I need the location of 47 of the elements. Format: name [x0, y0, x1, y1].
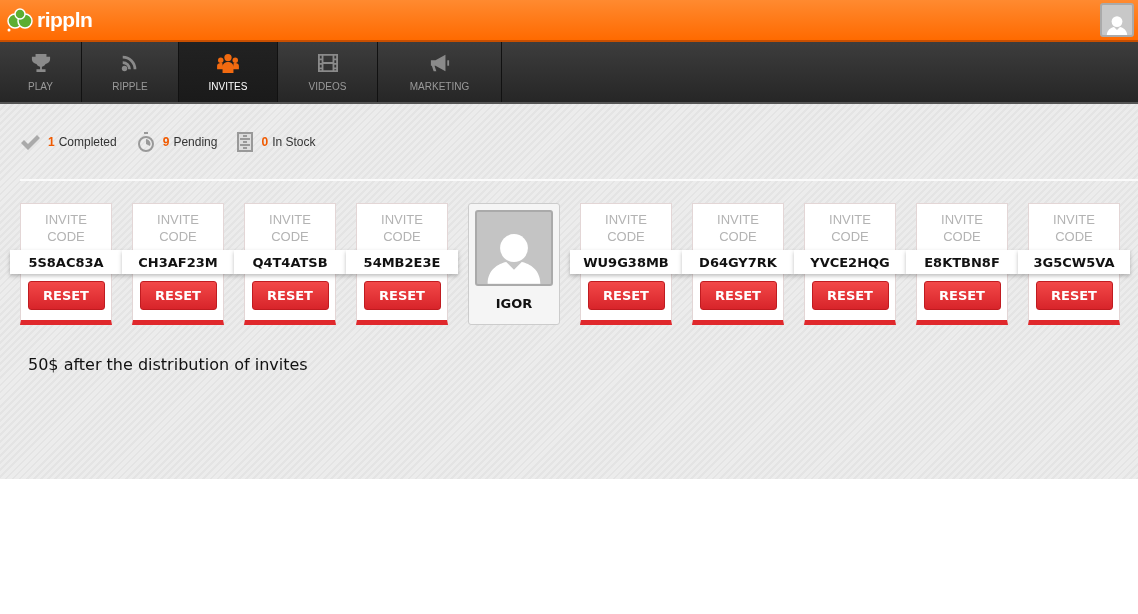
profile-name: IGOR: [495, 296, 533, 311]
invite-title: INVITE CODE: [44, 211, 88, 245]
reset-button[interactable]: RESET: [363, 281, 441, 310]
reset-button[interactable]: RESET: [811, 281, 889, 310]
reset-button[interactable]: RESET: [587, 281, 665, 310]
cabinet-icon: [237, 131, 254, 152]
invite-title: INVITE CODE: [268, 211, 312, 245]
invite-code: 5S8AC83A: [10, 250, 122, 274]
nav-tab[interactable]: VIDEOS: [278, 42, 378, 102]
invite-title: INVITE CODE: [828, 211, 872, 245]
reset-button[interactable]: RESET: [251, 281, 329, 310]
invite-title: INVITE CODE: [380, 211, 424, 245]
nav-tab[interactable]: INVITES: [179, 42, 278, 102]
logo-icon: [6, 7, 34, 33]
reset-button[interactable]: RESET: [27, 281, 105, 310]
invite-code: YVCE2HQG: [794, 250, 906, 274]
person-icon: [1105, 14, 1129, 35]
avatar-icon[interactable]: [1100, 3, 1134, 37]
reset-button[interactable]: RESET: [923, 281, 1001, 310]
nav-tab[interactable]: PLAY: [0, 42, 82, 102]
invite-code: Q4T4ATSB: [234, 250, 346, 274]
invite-code: 3G5CW5VA: [1018, 250, 1130, 274]
invite-code: 54MB2E3E: [346, 250, 458, 274]
reset-button[interactable]: RESET: [699, 281, 777, 310]
invite-title: INVITE CODE: [156, 211, 200, 245]
film-icon: [316, 52, 339, 73]
invite-title: INVITE CODE: [1052, 211, 1096, 245]
nav-tab[interactable]: MARKETING: [378, 42, 502, 102]
reset-button[interactable]: RESET: [139, 281, 217, 310]
invite-code: E8KTBN8F: [906, 250, 1018, 274]
invite-title: INVITE CODE: [716, 211, 760, 245]
stat-label: 1 Completed: [48, 134, 117, 149]
stat-label: 0 In Stock: [261, 134, 316, 149]
invite-code: WU9G38MB: [570, 250, 682, 274]
invite-title: INVITE CODE: [940, 211, 984, 245]
checkmark-icon: [20, 133, 40, 150]
people-icon: [217, 52, 239, 73]
invite-title: INVITE CODE: [604, 211, 648, 245]
stat-label: 9 Pending: [162, 134, 218, 149]
stopwatch-icon: [136, 131, 155, 152]
logo-text: rippln: [37, 8, 93, 32]
invite-code: D64GY7RK: [682, 250, 794, 274]
trophy-icon: [29, 52, 52, 73]
megaphone-icon: [428, 52, 451, 73]
note-text: 50$ after the distribution of invites: [28, 355, 309, 374]
reset-button[interactable]: RESET: [1035, 281, 1113, 310]
invite-code: CH3AF23M: [122, 250, 234, 274]
